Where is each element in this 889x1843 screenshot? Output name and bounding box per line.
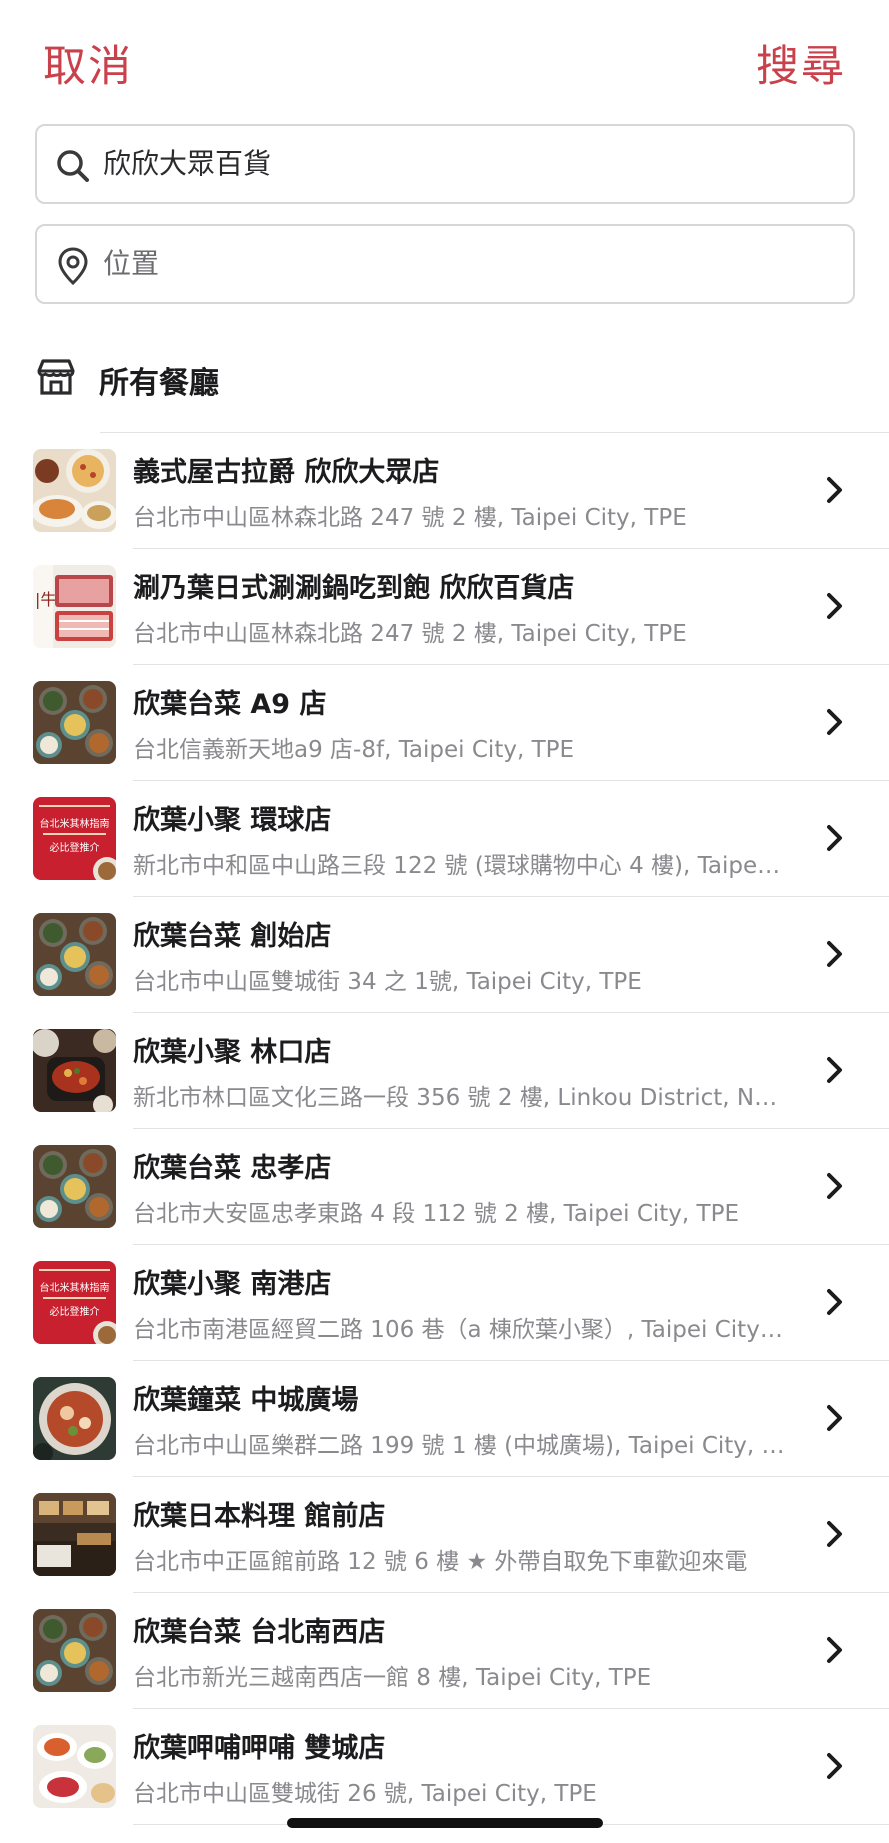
restaurant-name: 義式屋古拉爵 欣欣大眾店 — [133, 457, 440, 488]
chevron-right-icon — [827, 1521, 842, 1547]
restaurant-address: 台北市中山區樂群二路 199 號 1 樓 (中城廣場), Taipei City… — [133, 1433, 785, 1459]
chevron-right-icon — [827, 825, 842, 851]
chevron-right-icon — [827, 709, 842, 735]
svg-text:台北米其林指南: 台北米其林指南 — [40, 817, 110, 830]
restaurant-address: 台北信義新天地a9 店-8f, Taipei City, TPE — [133, 737, 575, 763]
svg-text:|牛: |牛 — [35, 590, 56, 609]
restaurant-name: 欣葉小聚 環球店 — [133, 805, 332, 836]
search-query-text: 欣欣大眾百貨 — [103, 147, 272, 180]
store-icon — [37, 359, 75, 395]
search-input[interactable]: 欣欣大眾百貨 — [35, 124, 855, 204]
restaurant-row[interactable]: 欣葉台菜 A9 店台北信義新天地a9 店-8f, Taipei City, TP… — [0, 664, 889, 780]
restaurant-address: 台北市大安區忠孝東路 4 段 112 號 2 樓, Taipei City, T… — [133, 1201, 739, 1227]
restaurant-name: 欣葉小聚 林口店 — [133, 1037, 332, 1068]
restaurant-row[interactable]: 欣葉台菜 創始店台北市中山區雙城街 34 之 1號, Taipei City, … — [0, 896, 889, 1012]
restaurant-address: 台北市中山區雙城街 34 之 1號, Taipei City, TPE — [133, 969, 642, 995]
chevron-right-icon — [827, 1173, 842, 1199]
restaurant-thumbnail — [33, 1493, 116, 1576]
restaurant-thumbnail — [33, 1725, 116, 1808]
restaurant-thumbnail — [33, 681, 116, 764]
restaurant-row[interactable]: 欣葉台菜 忠孝店台北市大安區忠孝東路 4 段 112 號 2 樓, Taipei… — [0, 1128, 889, 1244]
chevron-right-icon — [827, 477, 842, 503]
restaurant-address: 台北市中山區林森北路 247 號 2 樓, Taipei City, TPE — [133, 505, 687, 531]
restaurant-thumbnail — [33, 1029, 116, 1112]
chevron-right-icon — [827, 593, 842, 619]
restaurant-row[interactable]: 欣葉台菜 台北南西店台北市新光三越南西店一館 8 樓, Taipei City,… — [0, 1592, 889, 1708]
restaurant-thumbnail — [33, 913, 116, 996]
section-header: 所有餐廳 — [35, 350, 835, 404]
restaurant-row[interactable]: 台北米其林指南 必比登推介 欣葉小聚 南港店 台北市南港區經貿二路 106 巷（a 棟… — [0, 1244, 889, 1360]
restaurant-name: 涮乃葉日式涮涮鍋吃到飽 欣欣百貨店 — [133, 573, 575, 604]
restaurant-name: 欣葉台菜 忠孝店 — [133, 1153, 332, 1184]
restaurant-row[interactable]: 義式屋古拉爵 欣欣大眾店台北市中山區林森北路 247 號 2 樓, Taipei… — [0, 432, 889, 548]
chevron-right-icon — [827, 941, 842, 967]
restaurant-row[interactable]: 欣葉日本料理 館前店台北市中正區館前路 12 號 6 樓 ★ 外帶自取免下車歡迎… — [0, 1476, 889, 1592]
restaurant-row[interactable]: 欣葉鐘菜 中城廣場台北市中山區樂群二路 199 號 1 樓 (中城廣場), Ta… — [0, 1360, 889, 1476]
search-button[interactable]: 搜尋 — [756, 32, 846, 94]
restaurant-address: 新北市中和區中山路三段 122 號 (環球購物中心 4 樓), Taipei C… — [133, 853, 785, 879]
restaurant-address: 新北市林口區文化三路一段 356 號 2 樓, Linkou District,… — [133, 1085, 785, 1111]
restaurant-name: 欣葉日本料理 館前店 — [133, 1501, 386, 1532]
restaurant-address: 台北市中正區館前路 12 號 6 樓 ★ 外帶自取免下車歡迎來電 — [133, 1549, 748, 1575]
svg-text:必比登推介: 必比登推介 — [50, 841, 100, 854]
home-indicator — [287, 1818, 603, 1828]
restaurant-name: 欣葉台菜 台北南西店 — [133, 1617, 386, 1648]
chevron-right-icon — [827, 1289, 842, 1315]
restaurant-row[interactable]: 台北米其林指南 必比登推介 欣葉小聚 環球店 新北市中和區中山路三段 122 號 (環… — [0, 780, 889, 896]
restaurant-thumbnail — [33, 1609, 116, 1692]
restaurant-name: 欣葉小聚 南港店 — [133, 1269, 332, 1300]
location-pin-icon — [58, 247, 88, 286]
restaurant-address: 台北市南港區經貿二路 106 巷（a 棟欣葉小聚）, Taipei City, … — [133, 1317, 785, 1343]
restaurant-row[interactable]: 欣葉小聚 林口店新北市林口區文化三路一段 356 號 2 樓, Linkou D… — [0, 1012, 889, 1128]
restaurant-name: 欣葉呷哺呷哺 雙城店 — [133, 1733, 386, 1764]
restaurant-name: 欣葉鐘菜 中城廣場 — [133, 1385, 359, 1416]
location-input[interactable]: 位置 — [35, 224, 855, 304]
cancel-button[interactable]: 取消 — [43, 32, 133, 94]
chevron-right-icon — [827, 1057, 842, 1083]
section-title: 所有餐廳 — [99, 366, 219, 401]
svg-text:必比登推介: 必比登推介 — [50, 1305, 100, 1318]
search-icon — [57, 150, 89, 182]
chevron-right-icon — [827, 1753, 842, 1779]
restaurant-name: 欣葉台菜 A9 店 — [133, 689, 327, 720]
chevron-right-icon — [827, 1637, 842, 1663]
restaurant-thumbnail — [33, 449, 116, 532]
top-bar: 取消 搜尋 — [0, 0, 889, 110]
restaurant-address: 台北市中山區雙城街 26 號, Taipei City, TPE — [133, 1781, 597, 1807]
svg-text:台北米其林指南: 台北米其林指南 — [40, 1281, 110, 1294]
location-placeholder: 位置 — [103, 247, 160, 280]
restaurant-thumbnail: 台北米其林指南 必比登推介 — [33, 1261, 116, 1344]
restaurant-name: 欣葉台菜 創始店 — [133, 921, 332, 952]
restaurant-row[interactable]: 欣葉呷哺呷哺 雙城店台北市中山區雙城街 26 號, Taipei City, T… — [0, 1708, 889, 1824]
restaurant-thumbnail: 台北米其林指南 必比登推介 — [33, 797, 116, 880]
restaurant-thumbnail: |牛 — [33, 565, 116, 648]
restaurant-thumbnail — [33, 1377, 116, 1460]
restaurant-thumbnail — [33, 1145, 116, 1228]
chevron-right-icon — [827, 1405, 842, 1431]
restaurant-row[interactable]: |牛 涮乃葉日式涮涮鍋吃到飽 欣欣百貨店台北市中山區林森北路 247 號 2 樓,… — [0, 548, 889, 664]
restaurant-address: 台北市中山區林森北路 247 號 2 樓, Taipei City, TPE — [133, 621, 687, 647]
restaurant-address: 台北市新光三越南西店一館 8 樓, Taipei City, TPE — [133, 1665, 652, 1691]
